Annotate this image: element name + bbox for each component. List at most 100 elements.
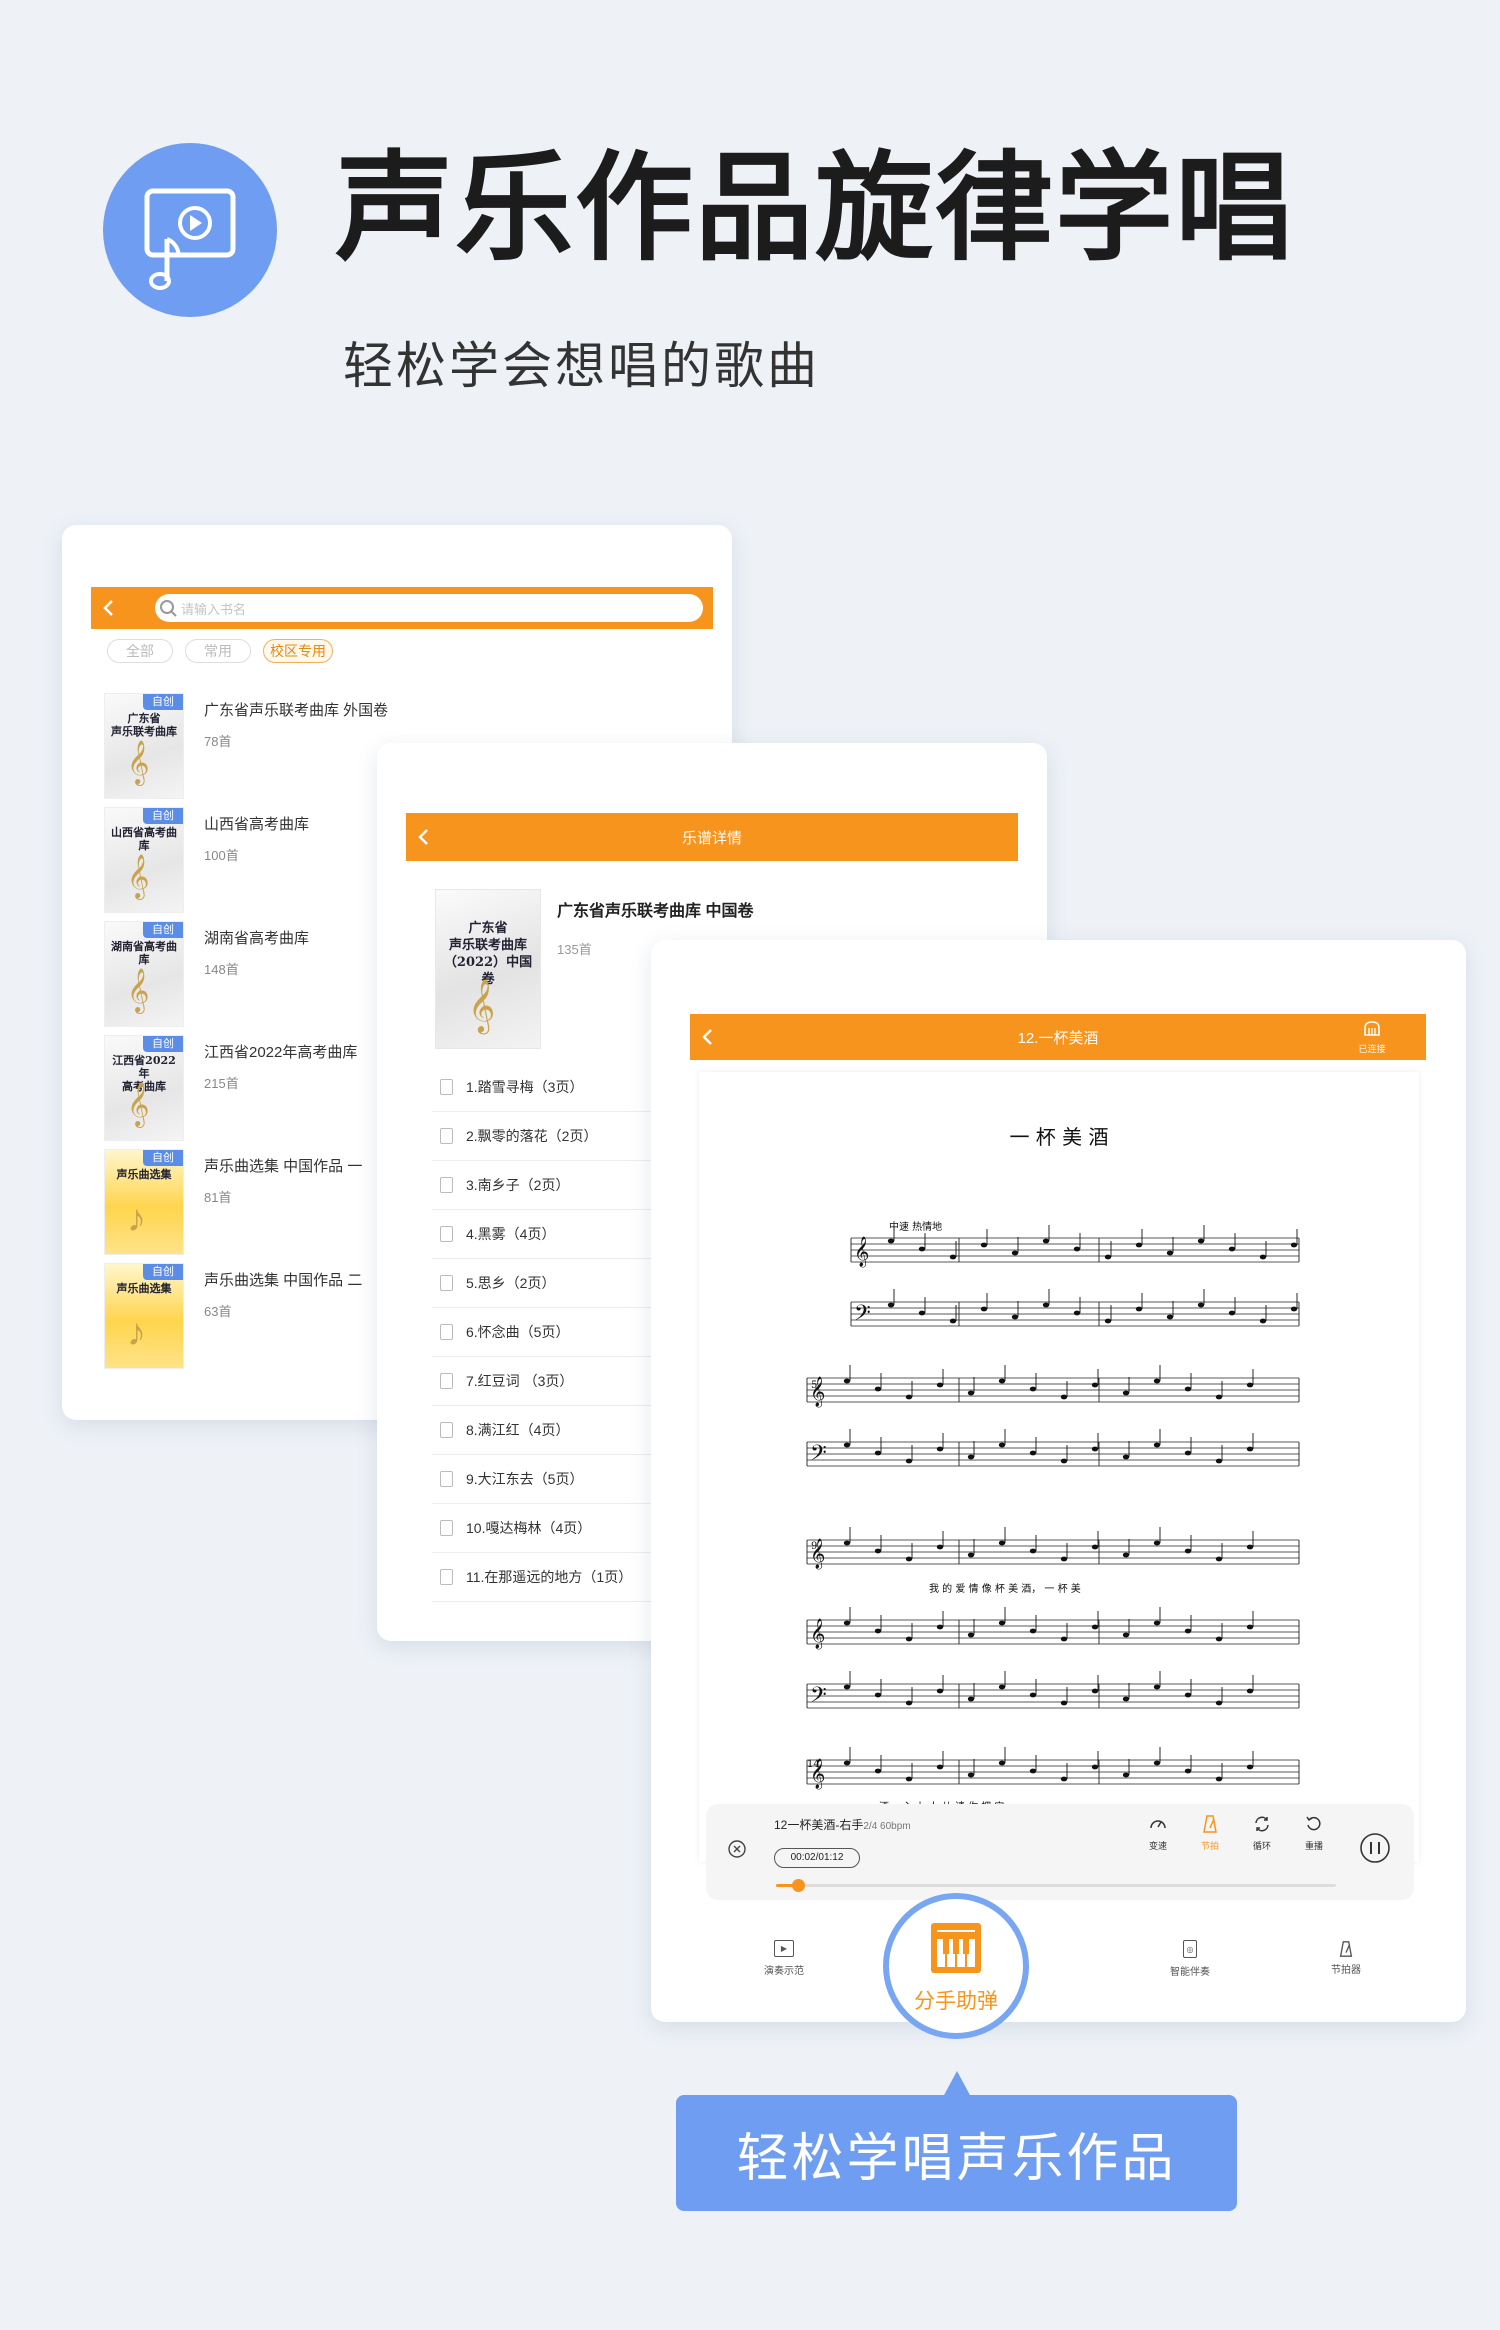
note-head [1246,1446,1254,1452]
note-head [887,1238,895,1244]
filter-chip-all[interactable]: 全部 [107,639,173,663]
split-hand-assist-button[interactable]: 分手助弹 [883,1893,1029,2039]
song-title: 3.南乡子（2页） [466,1177,570,1193]
metronome-icon [1203,1815,1217,1833]
song-title: 1.踏雪寻梅（3页） [466,1079,584,1095]
treble-clef-icon: 𝄞 [127,742,150,784]
clef-symbol: 𝄢 [810,1682,827,1712]
note-head [1060,1636,1068,1642]
book-cover-title: 湖南省高考曲库 [111,940,177,966]
note-head [1135,1242,1143,1248]
note-head [905,1700,913,1706]
song-title: 10.嘎达梅林（4页） [466,1520,592,1536]
clef-symbol: 𝄞 [810,1618,825,1650]
document-icon [440,1128,453,1144]
book-name: 湖南省高考曲库 [204,930,310,947]
note-head [1029,1768,1037,1774]
note-head [998,1540,1006,1546]
note-head [843,1760,851,1766]
control-label: 循环 [1252,1841,1271,1851]
note-head [1153,1378,1161,1384]
speedometer-icon [1150,1820,1166,1829]
filter-chips: 全部 常用 校区专用 [107,639,333,665]
note-head [905,1776,913,1782]
book-name: 江西省2022年高考曲库 [204,1044,358,1061]
sheet-music[interactable]: 一 杯 美 酒 中速 热情地 𝄞𝄢𝄞𝄢𝄞𝄞𝄢𝄞𝄢 5 9 14 我 的 爱 情 … [699,1072,1419,1862]
back-arrow-icon[interactable] [99,598,119,618]
metronome-icon [1339,1941,1353,1957]
nav-metronome[interactable]: 节拍器 [1301,1940,1391,1976]
speaker-icon: ◎ [1183,1940,1197,1958]
control-loop[interactable]: 循环 [1240,1814,1284,1852]
hero-icon-circle [103,143,277,317]
pause-icon[interactable] [1358,1831,1392,1865]
note-head [874,1768,882,1774]
book-name: 广东省声乐联考曲库 中国卷 [557,903,754,920]
custom-tag: 自创 [143,922,183,938]
note-head [1166,1314,1174,1320]
note-head [1246,1764,1254,1770]
search-placeholder: 请输入书名 [181,601,247,617]
control-beat[interactable]: 节拍 [1188,1814,1232,1852]
close-circle-icon[interactable] [726,1838,748,1860]
progress-handle[interactable] [792,1879,806,1892]
control-speed[interactable]: 变速 [1136,1814,1180,1852]
track-meta: 2/4 60bpm [863,1821,911,1832]
note-head [1228,1246,1236,1252]
nav-smart-accompaniment[interactable]: ◎ 智能伴奏 [1145,1940,1235,1978]
book-name: 声乐曲选集 中国作品 一 [204,1158,363,1175]
note-head [874,1692,882,1698]
note-head [843,1540,851,1546]
control-replay[interactable]: 重播 [1292,1814,1336,1852]
sheet-music-canvas: 一 杯 美 酒 中速 热情地 𝄞𝄢𝄞𝄢𝄞𝄞𝄢𝄞𝄢 5 9 14 我 的 爱 情 … [806,1125,1300,1852]
book-cover: 广东省 声乐联考曲库 （2022）中国卷 𝄞 [435,889,541,1049]
note-head [1135,1306,1143,1312]
filter-chip-campus[interactable]: 校区专用 [263,639,333,663]
note-head [905,1458,913,1464]
document-icon [440,1373,453,1389]
filter-chip-common[interactable]: 常用 [185,639,251,663]
callout-pointer [943,2071,971,2097]
treble-clef-icon: 𝄞 [127,856,150,898]
page-subtitle: 轻松学会想唱的歌曲 [343,338,820,394]
measure-number: 14 [807,1759,820,1770]
note-head [1029,1548,1037,1554]
note-head [998,1620,1006,1626]
search-input[interactable]: 请输入书名 [155,594,703,622]
note-head [1073,1310,1081,1316]
clef-symbol: 𝄢 [810,1440,827,1470]
note-head [887,1302,895,1308]
book-cover: 自创 声乐曲选集 ♪ [104,1263,184,1369]
note-head [1060,1394,1068,1400]
piano-keys-icon [931,1923,981,1973]
control-label: 节拍 [1200,1841,1219,1851]
book-count: 148首 [204,962,239,977]
page-title: 声乐作品旋律学唱 [335,143,1296,275]
piano-connection[interactable]: 已连接 [1352,1017,1392,1055]
note-head [980,1242,988,1248]
document-icon [440,1177,453,1193]
document-icon [440,1079,453,1095]
nav-play-demo[interactable]: ▶ 演奏示范 [739,1940,829,1977]
note-head [1060,1776,1068,1782]
song-title: 2.飘零的落花（2页） [466,1128,598,1144]
book-cover-title: 声乐曲选集 [116,1282,172,1295]
note-head [967,1632,975,1638]
progress-track[interactable] [776,1879,1336,1892]
song-title: 6.怀念曲（5页） [466,1324,570,1340]
document-icon [440,1569,453,1585]
score-top-bar: 12.一杯美酒 已连接 [690,1014,1426,1060]
note-head [1029,1450,1037,1456]
custom-tag: 自创 [143,1036,183,1052]
note-head [967,1552,975,1558]
book-count: 78首 [204,734,232,749]
note-head [1122,1454,1130,1460]
note-head [1029,1628,1037,1634]
control-label: 变速 [1148,1841,1167,1851]
search-icon [160,600,177,617]
book-cover: 自创 声乐曲选集 ♪ [104,1149,184,1255]
note-head [1122,1390,1130,1396]
note-head [905,1556,913,1562]
note-head [1246,1544,1254,1550]
play-demo-icon: ▶ [774,1940,794,1957]
